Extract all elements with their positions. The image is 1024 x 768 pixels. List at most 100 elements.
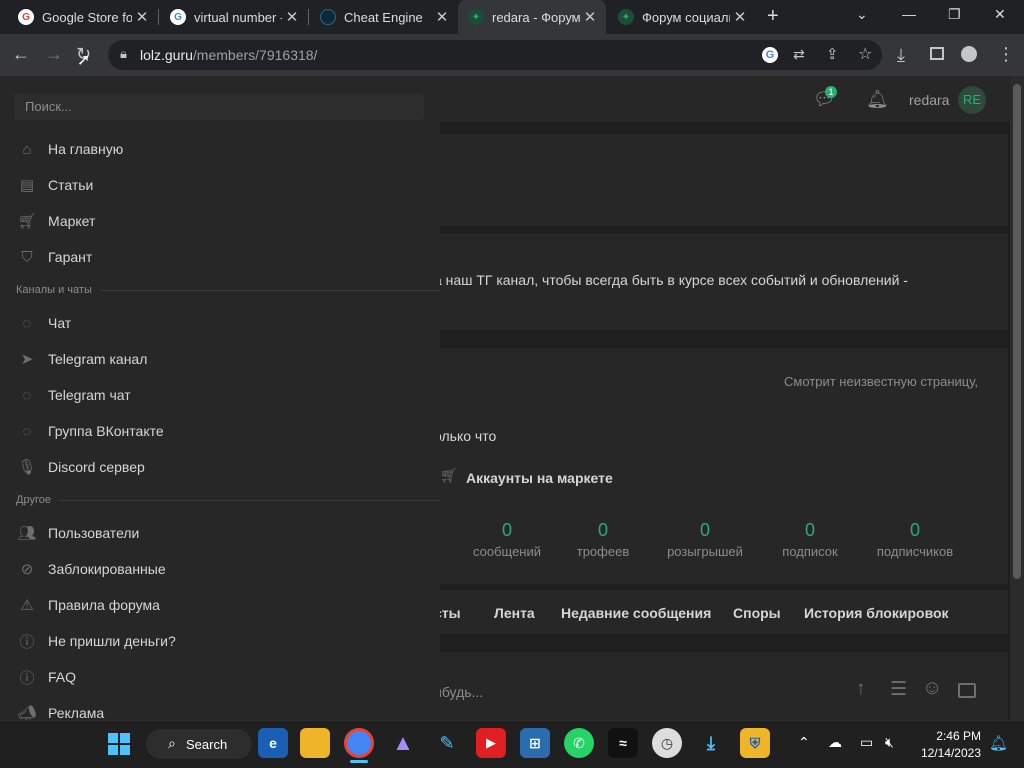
taskbar-search-button[interactable]: ⌕ Search	[146, 729, 252, 759]
translate-icon[interactable]: ⇄	[793, 46, 805, 63]
sidebar-item-ads[interactable]: 📣︎ Реклама	[0, 695, 440, 720]
chat-bubble-icon: ◌	[22, 314, 32, 332]
activity-status: Смотрит неизвестную страницу,	[784, 374, 979, 389]
sidebar-item-telegram-channel[interactable]: ➤ Telegram канал	[0, 341, 440, 377]
sidebar-item-banned[interactable]: ⊘ Заблокированные	[0, 551, 440, 587]
stat-label: трофеев	[576, 544, 630, 559]
shield-check-icon: ⛉	[21, 248, 33, 266]
sidebar-item-guarantor[interactable]: ⛉ Гарант	[0, 239, 440, 275]
google-icon: G	[170, 9, 186, 25]
close-icon[interactable]: ✕	[432, 8, 452, 26]
window-close-icon[interactable]: ✕	[994, 6, 1006, 23]
tab-feed[interactable]: Лента	[494, 605, 535, 621]
share-icon[interactable]: ⇪	[826, 45, 839, 63]
sidebar-item-home[interactable]: ⌂ На главную	[0, 131, 440, 167]
sidebar-item-label: Правила форума	[48, 597, 160, 613]
address-bar[interactable]: 🔒︎ lolz.guru/members/7916318/ G ⇄ ⇪ ☆	[108, 40, 882, 70]
installer-icon[interactable]: ⤓	[696, 728, 726, 758]
cloud-icon[interactable]: ☁	[828, 734, 842, 751]
bell-icon[interactable]: 🔔︎	[866, 89, 889, 110]
taskbar-date[interactable]: 12/14/2023	[919, 746, 981, 760]
youtube-icon[interactable]: ▶	[476, 728, 506, 758]
list-icon[interactable]: ☰	[890, 678, 907, 701]
tab-strip: G Google Store for ✕ G virtual number - …	[0, 0, 1024, 34]
chevron-up-icon[interactable]: ⌃	[798, 734, 810, 751]
menu-icon[interactable]: ⋮	[997, 44, 1015, 65]
back-icon[interactable]: ←	[12, 44, 30, 65]
minimize-icon[interactable]: —	[902, 6, 916, 22]
sidebar-item-rules[interactable]: ⚠︎ Правила форума	[0, 587, 440, 623]
cart-icon: 🛒︎	[440, 467, 458, 483]
notification-badge: 1	[825, 86, 837, 98]
sidebar-item-label: Реклама	[48, 705, 105, 720]
stat-value: 0	[501, 520, 512, 540]
tab-search-icon[interactable]: ⌄	[856, 6, 868, 23]
stat-label: подписчиков	[876, 544, 954, 559]
image-icon[interactable]	[958, 683, 976, 698]
maximize-icon[interactable]: ❐	[948, 6, 961, 23]
scrollbar-thumb[interactable]	[1013, 84, 1021, 579]
lock-icon: 🔒︎	[120, 46, 127, 61]
sidebar-item-market[interactable]: 🛒︎ Маркет	[0, 203, 440, 239]
sidebar-item-faq[interactable]: ⓘ FAQ	[0, 659, 440, 695]
sidebar-item-users[interactable]: 👥︎ Пользователи	[0, 515, 440, 551]
tab-separator	[308, 9, 309, 25]
sidebar-item-discord[interactable]: 🎙︎ Discord сервер	[0, 449, 440, 485]
windows-start-icon[interactable]	[108, 733, 130, 755]
tab-redara-forum[interactable]: ✦ redara - Форум ✕	[458, 0, 606, 34]
sidebar-item-label: Не пришли деньги?	[48, 633, 176, 649]
sidebar-item-telegram-chat[interactable]: ◌ Telegram чат	[0, 377, 440, 413]
tab-ban-history[interactable]: История блокировок	[804, 605, 949, 621]
microsoft-store-icon[interactable]: ⊞	[520, 728, 550, 758]
whatsapp-icon[interactable]: ✆	[564, 728, 594, 758]
divider	[58, 499, 440, 501]
tab-virtual-number[interactable]: G virtual number - ✕	[160, 0, 308, 34]
monitor-icon[interactable]: ▭	[860, 734, 873, 751]
forward-icon[interactable]: →	[45, 44, 63, 65]
market-accounts-link[interactable]: Аккаунты на маркете	[466, 470, 613, 486]
emoji-icon[interactable]: ☺	[922, 677, 942, 700]
close-icon[interactable]: ✕	[132, 8, 152, 26]
affinity-icon[interactable]: ▲	[388, 728, 418, 758]
edge-dev-icon[interactable]: e	[258, 728, 288, 758]
close-icon[interactable]: ✕	[730, 8, 750, 26]
sidebar-item-no-money[interactable]: ⓘ Не пришли деньги?	[0, 623, 440, 659]
section-header-channels: Каналы и чаты	[16, 284, 440, 296]
chat-bubble-icon: ◌	[22, 386, 32, 404]
notification-bell-icon[interactable]: 🔔︎	[989, 734, 1008, 752]
sidebar-item-chat[interactable]: ◌ Чат	[0, 305, 440, 341]
tab-google-store[interactable]: G Google Store for ✕	[8, 0, 158, 34]
sidebar-item-articles[interactable]: ▤ Статьи	[0, 167, 440, 203]
bookmark-star-icon[interactable]: ☆	[858, 44, 872, 64]
download-icon[interactable]: ⤓	[897, 45, 905, 66]
volume-icon[interactable]: 🔇︎	[885, 734, 894, 751]
tab-disputes[interactable]: Споры	[733, 605, 781, 621]
google-lens-icon[interactable]: G	[762, 47, 778, 63]
paint-icon[interactable]: ✎	[432, 728, 462, 758]
avatar[interactable]: RE	[958, 86, 986, 114]
clock-app-icon[interactable]: ◷	[652, 728, 682, 758]
sidebar-item-vk-group[interactable]: ◌ Группа ВКонтакте	[0, 413, 440, 449]
tab-social-forum[interactable]: ✦ Форум социаль ✕	[608, 0, 756, 34]
sidebar-search-input[interactable]: Поиск...	[14, 94, 424, 120]
side-panel-icon[interactable]	[930, 47, 944, 60]
chrome-icon[interactable]	[344, 728, 374, 758]
tab-cheat-engine[interactable]: Cheat Engine ✕	[310, 0, 458, 34]
terminal-icon[interactable]: ≈	[608, 728, 638, 758]
microphone-icon: 🎙︎	[17, 459, 37, 476]
profile-icon[interactable]	[961, 46, 977, 62]
tab-recent-messages[interactable]: Недавние сообщения	[561, 605, 711, 621]
close-icon[interactable]: ✕	[580, 8, 600, 26]
composer-input[interactable]: ибудь...	[434, 684, 483, 700]
sidebar-item-label: Гарант	[48, 249, 93, 265]
header-username[interactable]: redara	[909, 92, 949, 108]
search-icon: ⌕	[168, 735, 176, 751]
taskbar-time[interactable]: 2:46 PM	[919, 729, 981, 743]
lolz-logo-icon: ✦	[468, 9, 484, 25]
shield-app-icon[interactable]: ⛨	[740, 728, 770, 758]
arrow-up-icon[interactable]: ↑	[856, 678, 866, 700]
new-tab-button[interactable]: +	[767, 5, 779, 28]
close-icon[interactable]: ✕	[282, 8, 302, 26]
file-explorer-icon[interactable]	[300, 728, 330, 758]
sidebar-item-label: Маркет	[48, 213, 96, 229]
